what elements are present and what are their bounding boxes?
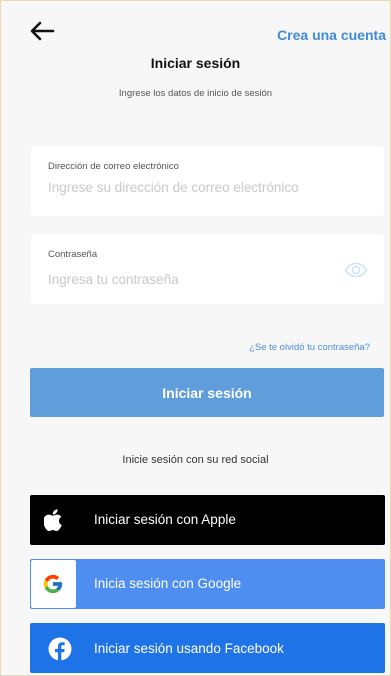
forgot-password-link[interactable]: ¿Se te olvidó tu contraseña? (249, 342, 370, 353)
apple-icon (44, 509, 62, 531)
login-screen: Crea una cuenta Iniciar sesión Ingrese l… (0, 0, 391, 676)
facebook-login-label: Iniciar sesión usando Facebook (94, 641, 284, 656)
arrow-left-icon (30, 21, 55, 41)
email-field-label: Dirección de correo electrónico (48, 161, 179, 172)
login-button[interactable]: Iniciar sesión (30, 368, 384, 417)
facebook-icon (48, 637, 72, 661)
password-input[interactable] (48, 272, 328, 287)
email-field[interactable]: Dirección de correo electrónico (31, 146, 384, 216)
google-login-label: Inicia sesión con Google (94, 576, 242, 591)
page-title: Iniciar sesión (150, 55, 241, 71)
apple-login-button[interactable]: Iniciar sesión con Apple (30, 495, 385, 545)
password-field-label: Contraseña (48, 249, 98, 260)
social-login-caption: Inicie sesión con su red social (122, 454, 269, 466)
google-icon (43, 574, 63, 594)
google-icon-box (31, 560, 76, 608)
google-login-button[interactable]: Inicia sesión con Google (30, 559, 385, 609)
eye-icon (344, 262, 368, 278)
create-account-link[interactable]: Crea una cuenta (277, 27, 386, 43)
top-bar: Crea una cuenta (1, 1, 390, 51)
show-password-toggle[interactable] (344, 262, 368, 278)
apple-login-label: Iniciar sesión con Apple (94, 512, 236, 527)
back-button[interactable] (29, 21, 55, 41)
facebook-login-button[interactable]: Iniciar sesión usando Facebook (30, 623, 385, 673)
email-input[interactable] (48, 180, 368, 195)
page-subtitle: Ingrese los datos de inicio de sesión (118, 88, 273, 99)
password-field[interactable]: Contraseña (31, 234, 384, 304)
